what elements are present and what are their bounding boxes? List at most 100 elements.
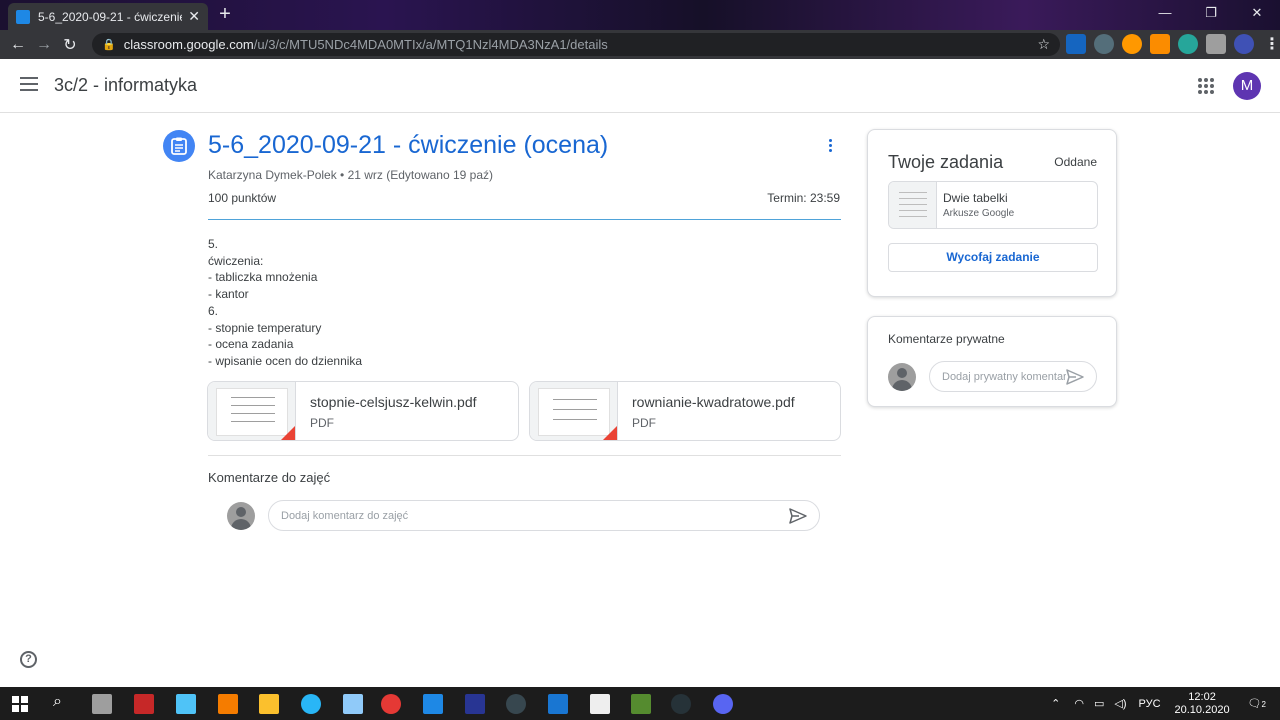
task-view-icon[interactable] (92, 694, 112, 714)
submitted-file-name: Dwie tabelki (943, 191, 1008, 205)
class-comment-input[interactable]: Dodaj komentarz do zajęć (268, 500, 820, 531)
tab-title: 5-6_2020-09-21 - ćwiczenie (oce (38, 9, 183, 24)
extension-vpn-icon[interactable] (1178, 34, 1198, 54)
private-comment-placeholder: Dodaj prywatny komentarz (942, 370, 1066, 383)
classroom-favicon-icon (16, 9, 30, 24)
send-icon[interactable] (1066, 368, 1084, 385)
windows-taskbar: ⌕ ⌃ ◠ ▭ ◁) РУС 12:02 20.10.2020 🗨2 (0, 687, 1280, 720)
sublime-icon[interactable] (218, 694, 238, 714)
winrar-icon[interactable] (134, 694, 154, 714)
maximize-icon[interactable]: ❐ (1188, 0, 1234, 28)
clock[interactable]: 12:02 20.10.2020 (1175, 691, 1230, 717)
puzzle-extensions-icon[interactable] (1206, 34, 1226, 54)
steam-icon[interactable] (506, 694, 526, 714)
assignment-meta: Katarzyna Dymek-Polek • 21 wrz (Edytowan… (208, 168, 493, 182)
description-line: - stopnie temperatury (208, 320, 322, 335)
attachment-card[interactable]: rownianie-kwadratowe.pdf PDF (529, 381, 841, 441)
description-line: 5. (208, 237, 219, 251)
search-icon[interactable]: ⌕ (53, 693, 62, 711)
description-line: - wpisanie ocen do dziennika (208, 353, 363, 368)
comments-divider (208, 455, 841, 456)
classroom-header: 3c/2 - informatyka M (0, 59, 1280, 113)
submitted-file[interactable]: Dwie tabelki Arkusze Google (888, 181, 1098, 229)
class-comments-label: Komentarze do zajęć (208, 470, 331, 485)
submitted-file-type: Arkusze Google (943, 208, 1015, 219)
description-line: - ocena zadania (208, 337, 294, 352)
document-icon[interactable] (590, 694, 610, 714)
window-controls: — ❐ ✕ (1142, 0, 1280, 28)
browser-toolbar: ← → ↻ 🔒 classroom.google.com /u/3/c/MTU5… (0, 30, 1280, 59)
file-explorer-icon[interactable] (259, 694, 279, 714)
new-tab-icon[interactable]: + (214, 4, 236, 26)
private-comments-label: Komentarze prywatne (888, 332, 1005, 346)
dev-app-icon[interactable] (465, 694, 485, 714)
minecraft-icon[interactable] (631, 694, 651, 714)
telegram-icon[interactable] (301, 694, 321, 714)
steam-client-icon[interactable] (671, 694, 691, 714)
private-comment-input[interactable]: Dodaj prywatny komentarz (929, 361, 1097, 392)
notes-app-icon[interactable] (343, 694, 363, 714)
discord-icon[interactable] (713, 694, 733, 714)
more-options-icon[interactable] (826, 139, 834, 155)
pdf-corner-icon (603, 426, 617, 440)
address-bar[interactable]: 🔒 classroom.google.com /u/3/c/MTU5NDc4MD… (92, 33, 1060, 56)
pdf-corner-icon (281, 426, 295, 440)
browser-tab-bar: 5-6_2020-09-21 - ćwiczenie (oce ✕ + — ❐ … (0, 0, 1280, 30)
mail-icon[interactable] (423, 694, 443, 714)
account-avatar[interactable]: M (1233, 72, 1261, 100)
bookmark-star-icon[interactable]: ☆ (1037, 36, 1050, 53)
lock-icon: 🔒 (102, 39, 116, 51)
attachment-name: stopnie-celsjusz-kelwin.pdf (310, 394, 477, 410)
tray-expand-icon[interactable]: ⌃ (1051, 697, 1060, 710)
google-apps-icon[interactable] (1198, 78, 1214, 94)
description-line: - kantor (208, 287, 249, 302)
extension-new-icon[interactable] (1066, 34, 1086, 54)
clock-time: 12:02 (1188, 690, 1216, 703)
description-line: 6. (208, 303, 219, 318)
chrome-icon[interactable] (381, 694, 401, 714)
class-title[interactable]: 3c/2 - informatyka (54, 75, 197, 96)
url-path: /u/3/c/MTU5NDc4MDA0MTIx/a/MTQ1Nzl4MDA3Nz… (253, 37, 608, 52)
profile-avatar-icon[interactable] (1234, 34, 1254, 54)
pdf-thumbnail (208, 382, 296, 440)
unsubmit-button[interactable]: Wycofaj zadanie (888, 243, 1098, 272)
extension-play-icon[interactable] (1122, 34, 1142, 54)
notifications-icon[interactable]: 🗨2 (1248, 697, 1266, 710)
minimize-icon[interactable]: — (1142, 0, 1188, 28)
back-icon[interactable]: ← (5, 36, 31, 54)
assignment-points: 100 punktów (208, 191, 277, 205)
browser-tab[interactable]: 5-6_2020-09-21 - ćwiczenie (oce ✕ (8, 3, 208, 30)
your-work-card: Twoje zadania Oddane Dwie tabelki Arkusz… (867, 129, 1117, 297)
volume-icon[interactable]: ◁) (1114, 697, 1126, 710)
class-comment-placeholder: Dodaj komentarz do zajęć (281, 509, 409, 522)
user-avatar-icon (888, 363, 916, 391)
close-tab-icon[interactable]: ✕ (188, 8, 200, 25)
reload-icon[interactable]: ↻ (57, 35, 83, 55)
url-host: classroom.google.com (123, 37, 254, 52)
attachment-name: rownianie-kwadratowe.pdf (632, 394, 795, 410)
notification-count: 2 (1261, 700, 1266, 709)
attachment-card[interactable]: stopnie-celsjusz-kelwin.pdf PDF (207, 381, 519, 441)
close-window-icon[interactable]: ✕ (1234, 0, 1280, 28)
assignment-clipboard-icon (163, 130, 195, 162)
description-line: ćwiczenia: (208, 253, 264, 268)
assignment-due: Termin: 23:59 (767, 191, 840, 205)
extension-off-icon[interactable] (1150, 34, 1170, 54)
battery-icon[interactable]: ▭ (1094, 697, 1104, 710)
input-language[interactable]: РУС (1138, 698, 1160, 710)
title-divider (208, 219, 841, 220)
attachment-type: PDF (310, 416, 334, 430)
help-icon[interactable]: ? (20, 651, 37, 668)
wifi-icon[interactable]: ◠ (1074, 697, 1084, 710)
remote-desktop-icon[interactable] (548, 694, 568, 714)
extension-burst-icon[interactable] (1094, 34, 1114, 54)
hamburger-menu-icon[interactable] (20, 77, 38, 91)
your-work-heading: Twoje zadania (888, 152, 1004, 172)
assignment-description: 5. ćwiczenia: - tabliczka mnożenia - kan… (208, 236, 362, 370)
browser-menu-icon[interactable]: ⋮ (1262, 34, 1280, 54)
private-comments-card: Komentarze prywatne Dodaj prywatny komen… (867, 316, 1117, 407)
send-icon[interactable] (789, 507, 807, 524)
forward-icon[interactable]: → (31, 36, 57, 54)
windows-start-icon[interactable] (12, 696, 28, 712)
desktop-app-icon[interactable] (176, 694, 196, 714)
